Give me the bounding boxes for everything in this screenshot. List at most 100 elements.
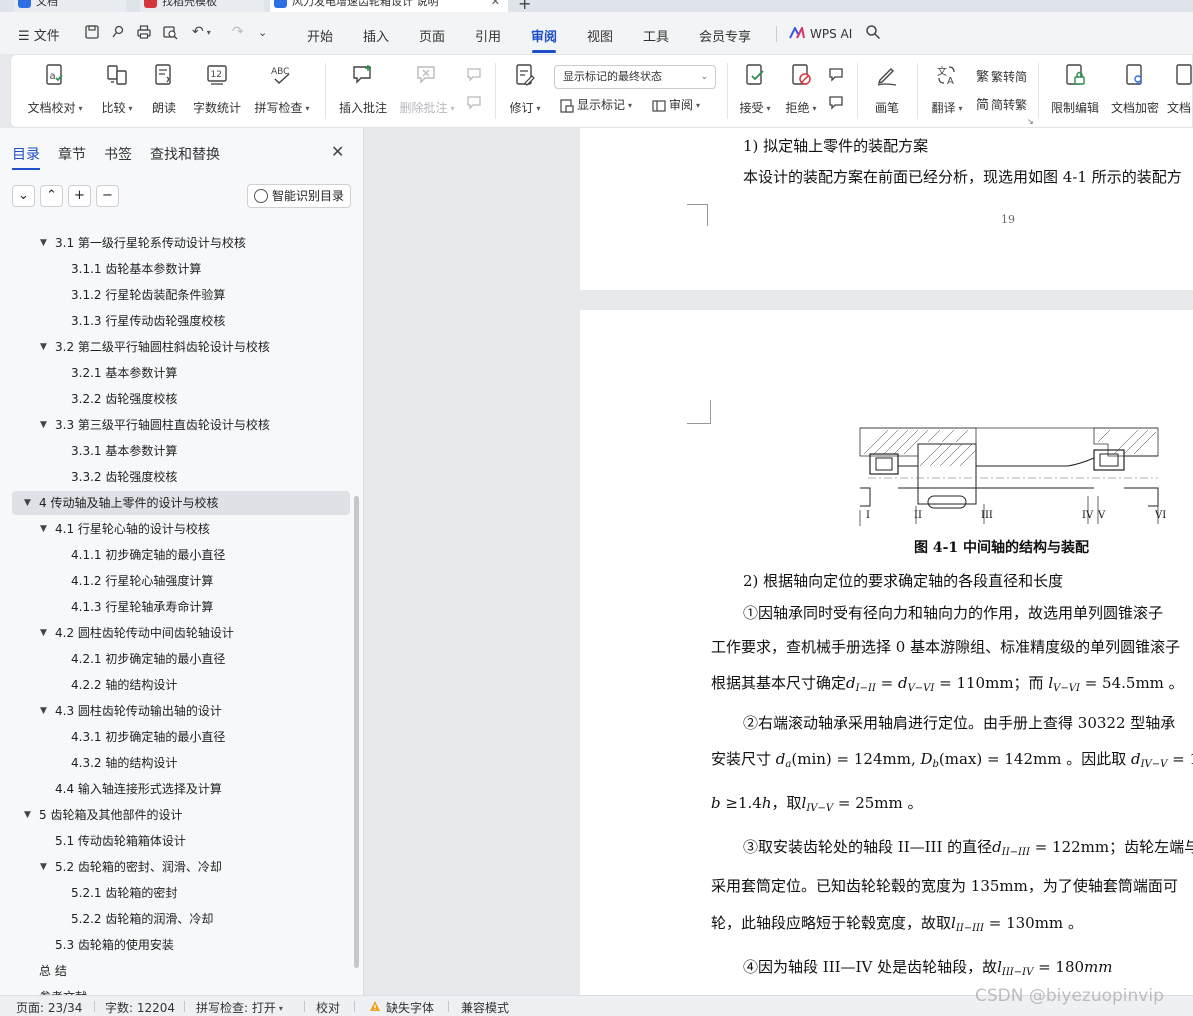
expand-arrow-icon[interactable]: ▼ (40, 699, 47, 723)
tab-find-replace[interactable]: 查找和替换 (150, 144, 220, 164)
next-comment-icon[interactable] (466, 95, 484, 111)
dialog-launcher-icon[interactable]: ↘ (1027, 117, 1034, 126)
expand-arrow-icon[interactable]: ▼ (40, 413, 47, 437)
toc-item[interactable]: 4.2.2 轴的结构设计 (0, 673, 350, 697)
toc-item[interactable]: 5.1 传动齿轮箱箱体设计 (0, 829, 350, 853)
search-icon[interactable] (865, 24, 881, 40)
toc-item[interactable]: 4.1.3 行星轮轴承寿命计算 (0, 595, 350, 619)
translate-button[interactable]: 文A 翻译 ▾ (925, 61, 969, 121)
tab-active-document[interactable]: 风力发电增速齿轮箱设计 说明 ✕ (270, 0, 508, 12)
print-icon[interactable] (136, 24, 152, 40)
toc-item[interactable]: ▼ 5.2 齿轮箱的密封、润滑、冷却 (0, 855, 350, 879)
document-rights-button[interactable]: 文档 (1167, 61, 1193, 121)
toc-item[interactable]: 3.1.2 行星轮齿装配条件验算 (0, 283, 350, 307)
menu-home[interactable]: 开始 (307, 26, 333, 45)
menu-view[interactable]: 视图 (587, 26, 613, 45)
toc-item[interactable]: ▼ 4.3 圆柱齿轮传动输出轴的设计 (0, 699, 350, 723)
quick-access-more-icon[interactable]: ⌄ (258, 26, 267, 39)
expand-arrow-icon[interactable]: ▼ (40, 335, 47, 359)
expand-arrow-icon[interactable]: ▼ (40, 621, 47, 645)
menu-review[interactable]: 审阅 (531, 26, 557, 45)
expand-arrow-icon[interactable]: ▼ (40, 855, 47, 879)
toc-item[interactable]: ▼ 4.1 行星轮心轴的设计与校核 (0, 517, 350, 541)
undo-icon[interactable]: ↶ ▾ (192, 24, 211, 40)
toc-item[interactable]: ▼ 3.2 第二级平行轴圆柱斜齿轮设计与校核 (0, 335, 350, 359)
expand-arrow-icon[interactable]: ▼ (40, 231, 47, 255)
menu-page[interactable]: 页面 (419, 26, 445, 45)
tab-bookmarks[interactable]: 书签 (104, 144, 132, 164)
restrict-editing-button[interactable]: 限制编辑 (1047, 61, 1103, 121)
toc-item[interactable]: 4.1.2 行星轮心轴强度计算 (0, 569, 350, 593)
toc-item[interactable]: 4.2.1 初步确定轴的最小直径 (0, 647, 350, 671)
page-indicator[interactable]: 页面: 23/34 (16, 999, 82, 1016)
toc-item[interactable]: 4.4 输入轴连接形式选择及计算 (0, 777, 350, 801)
close-icon[interactable]: ✕ (331, 142, 344, 161)
expand-arrow-icon[interactable]: ▼ (40, 517, 47, 541)
expand-arrow-icon[interactable]: ▼ (24, 491, 31, 515)
tab-documents[interactable]: 文档 (14, 0, 126, 12)
toc-item[interactable]: 4.3.1 初步确定轴的最小直径 (0, 725, 350, 749)
spell-check-button[interactable]: ABC 拼写检查 ▾ (251, 61, 313, 121)
tab-sections[interactable]: 章节 (58, 144, 86, 164)
toc-item[interactable]: 4.3.2 轴的结构设计 (0, 751, 350, 775)
toc-item[interactable]: 3.2.1 基本参数计算 (0, 361, 350, 385)
collapse-up-button[interactable]: ⌃ (40, 185, 63, 207)
sidebar-scrollbar[interactable] (354, 496, 359, 968)
toc-item[interactable]: ▼ 4 传动轴及轴上零件的设计与校核 (12, 491, 350, 515)
remove-heading-button[interactable]: − (96, 185, 119, 207)
toc-item[interactable]: 4.1.1 初步确定轴的最小直径 (0, 543, 350, 567)
accept-button[interactable]: 接受 ▾ (735, 61, 775, 121)
print-preview-icon[interactable] (162, 24, 178, 40)
simplified-to-traditional-button[interactable]: 简简转繁 (976, 95, 1027, 115)
close-icon[interactable]: ✕ (491, 0, 500, 12)
toc-item[interactable]: ▼ 5 齿轮箱及其他部件的设计 (0, 803, 350, 827)
smart-toc-button[interactable]: 智能识别目录 (247, 184, 351, 208)
encrypt-document-button[interactable]: 文档加密 (1109, 61, 1161, 121)
toc-item[interactable]: 5.2.2 齿轮箱的润滑、冷却 (0, 907, 350, 931)
document-canvas[interactable]: 1) 拟定轴上零件的装配方案 本设计的装配方案在前面已经分析，现选用如图 4-1… (365, 128, 1193, 995)
word-count-button[interactable]: 12 字数统计 (191, 61, 243, 121)
insert-comment-button[interactable]: 插入批注 (335, 61, 391, 121)
tab-template[interactable]: 找稻壳模板 (140, 0, 264, 12)
word-count-indicator[interactable]: 字数: 12204 (105, 999, 175, 1016)
toc-item[interactable]: 3.2.2 齿轮强度校核 (0, 387, 350, 411)
missing-font-status[interactable]: 缺失字体 (386, 999, 434, 1016)
toc-item[interactable]: 总 结 (0, 959, 350, 983)
share-icon[interactable] (110, 24, 126, 40)
toc-item[interactable]: 3.3.2 齿轮强度校核 (0, 465, 350, 489)
expand-arrow-icon[interactable]: ▼ (24, 803, 31, 827)
markup-state-select[interactable]: 显示标记的最终状态 ⌄ (554, 65, 716, 89)
toc-item[interactable]: 3.3.1 基本参数计算 (0, 439, 350, 463)
menu-tools[interactable]: 工具 (643, 26, 669, 45)
toc-item[interactable]: 3.1.1 齿轮基本参数计算 (0, 257, 350, 281)
file-menu[interactable]: ☰ 文件 (18, 25, 60, 44)
menu-insert[interactable]: 插入 (363, 26, 389, 45)
menu-member[interactable]: 会员专享 (699, 26, 751, 45)
next-change-icon[interactable] (828, 95, 846, 111)
wps-ai-icon[interactable] (789, 27, 805, 39)
ink-button[interactable]: 画笔 (867, 61, 907, 121)
traditional-to-simplified-button[interactable]: 繁繁转简 (976, 67, 1027, 87)
collapse-down-button[interactable]: ⌄ (12, 185, 35, 207)
read-aloud-button[interactable]: 朗读 (147, 61, 181, 121)
toc-item[interactable]: 5.3 齿轮箱的使用安装 (0, 933, 350, 957)
review-pane-button[interactable]: 审阅 ▾ (652, 95, 700, 115)
track-changes-button[interactable]: 修订 ▾ (505, 61, 545, 121)
menu-references[interactable]: 引用 (475, 26, 501, 45)
toc-item[interactable]: ▼ 3.3 第三级平行轴圆柱直齿轮设计与校核 (0, 413, 350, 437)
reject-button[interactable]: 拒绝 ▾ (781, 61, 821, 121)
previous-comment-icon[interactable] (466, 67, 484, 83)
compare-button[interactable]: 比较 ▾ (97, 61, 137, 121)
toc-item[interactable]: ▼ 3.1 第一级行星轮系传动设计与校核 (0, 231, 350, 255)
redo-icon[interactable]: ↷ (232, 24, 244, 40)
doc-check-button[interactable]: a 文档校对 ▾ (27, 61, 83, 121)
show-markup-button[interactable]: 显示标记 ▾ (560, 95, 632, 115)
proofread-status[interactable]: 校对 (316, 999, 340, 1016)
new-tab-plus-icon[interactable]: + (518, 0, 531, 12)
menu-wps-ai[interactable]: WPS AI (810, 27, 852, 41)
delete-comment-button[interactable]: 删除批注 ▾ (397, 61, 457, 121)
toc-item[interactable]: 5.2.1 齿轮箱的密封 (0, 881, 350, 905)
spell-check-status[interactable]: 拼写检查: 打开 ▾ (196, 999, 283, 1016)
save-icon[interactable] (84, 24, 100, 40)
add-heading-button[interactable]: + (68, 185, 91, 207)
